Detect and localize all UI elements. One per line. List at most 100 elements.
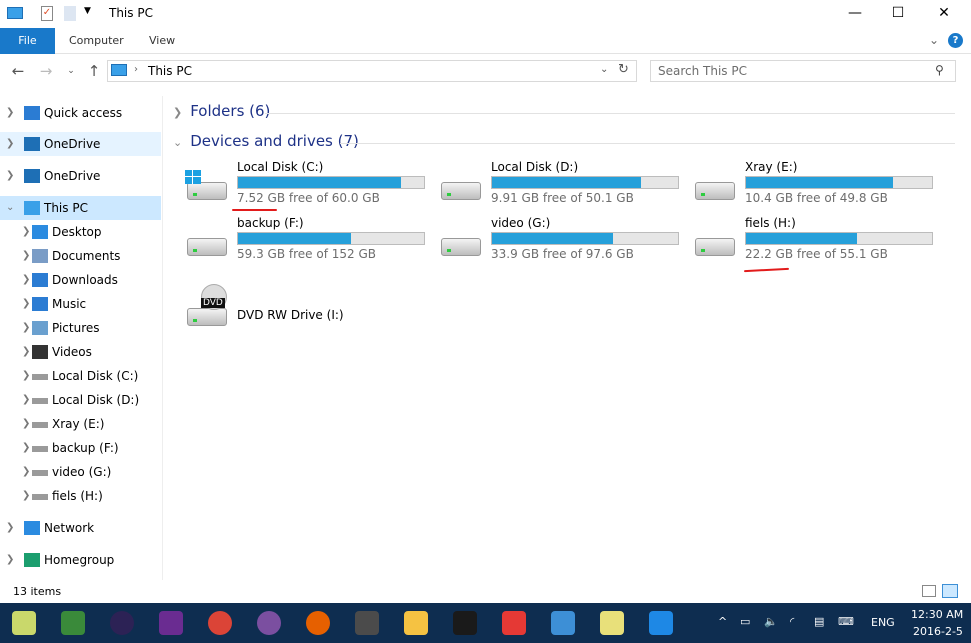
sidebar-item-videos[interactable]: ❯ Videos [0, 340, 161, 364]
drive-free-space: 59.3 GB free of 152 GB [237, 247, 376, 261]
address-bar[interactable]: › This PC ⌄ ↻ [107, 60, 637, 82]
sidebar-item-this-pc[interactable]: ⌄ This PC [0, 196, 161, 220]
drive-tile[interactable]: Local Disk (C:) 7.52 GB free of 60.0 GB [185, 160, 435, 212]
clock-time[interactable]: 12:30 AM [911, 608, 963, 621]
tiles-app-icon[interactable] [502, 611, 526, 635]
refresh-icon[interactable]: ↻ [618, 62, 629, 77]
sidebar-item-backup-f[interactable]: ❯ backup (F:) [0, 436, 161, 460]
new-folder-icon[interactable] [64, 6, 76, 21]
chevron-right-icon[interactable]: ❯ [6, 164, 14, 188]
sidebar-item-pictures[interactable]: ❯ Pictures [0, 316, 161, 340]
drive-name: Local Disk (D:) [491, 160, 579, 174]
wifi-icon[interactable]: ◜ [790, 615, 794, 628]
sidebar-item-label: OneDrive [44, 169, 101, 183]
chevron-right-icon[interactable]: ❯ [22, 220, 30, 244]
batman-icon[interactable] [453, 611, 477, 635]
sidebar-item-documents[interactable]: ❯ Documents [0, 244, 161, 268]
drive-tile[interactable]: Local Disk (D:) 9.91 GB free of 50.1 GB [439, 160, 689, 212]
drive-tile[interactable]: Xray (E:) 10.4 GB free of 49.8 GB [693, 160, 943, 212]
customize-qat-icon[interactable]: ▼ [84, 6, 91, 16]
sidebar-item-quick-access[interactable]: ❯ Quick access [0, 101, 161, 125]
chevron-right-icon[interactable]: ❯ [22, 244, 30, 268]
up-button[interactable]: ↑ [84, 61, 104, 81]
sidebar-item-local-disk-c[interactable]: ❯ Local Disk (C:) [0, 364, 161, 388]
sidebar-item-onedrive[interactable]: ❯ OneDrive [0, 132, 161, 156]
notepad-plus-icon[interactable] [12, 611, 36, 635]
tab-view[interactable]: View [133, 28, 191, 54]
maximize-button[interactable]: ☐ [875, 0, 921, 28]
recent-locations-button[interactable]: ⌄ [61, 61, 81, 81]
show-hidden-icons[interactable]: ^ [718, 615, 727, 628]
sidebar-item-onedrive[interactable]: ❯ OneDrive [0, 164, 161, 188]
visual-studio-icon[interactable] [159, 611, 183, 635]
sidebar-item-video-g[interactable]: ❯ video (G:) [0, 460, 161, 484]
sidebar-item-music[interactable]: ❯ Music [0, 292, 161, 316]
drive-usage-bar [491, 176, 679, 189]
tab-computer[interactable]: Computer [53, 28, 140, 54]
sidebar-item-network[interactable]: ❯ Network [0, 516, 161, 540]
clock-date[interactable]: 2016-2-5 [913, 625, 963, 638]
vim-icon[interactable] [61, 611, 85, 635]
chevron-right-icon[interactable]: ❯ [22, 436, 30, 460]
tab-file[interactable]: File [0, 28, 55, 54]
language-indicator[interactable]: ENG [871, 616, 895, 629]
drive-usage-bar [237, 176, 425, 189]
expand-ribbon-icon[interactable]: ⌄ [929, 33, 939, 47]
chevron-right-icon[interactable]: ❯ [6, 132, 14, 156]
sidebar-item-desktop[interactable]: ❯ Desktop [0, 220, 161, 244]
large-icons-view-icon[interactable] [942, 584, 958, 598]
chrome-icon[interactable] [208, 611, 232, 635]
chevron-right-icon[interactable]: ❯ [22, 268, 30, 292]
eclipse-icon[interactable] [110, 611, 134, 635]
chevron-right-icon[interactable]: ❯ [22, 412, 30, 436]
action-center-icon[interactable]: ▤ [814, 615, 824, 628]
properties-icon[interactable]: ✓ [41, 6, 53, 21]
network-tool-icon[interactable] [551, 611, 575, 635]
sublime-text-icon[interactable] [355, 611, 379, 635]
sidebar-item-local-disk-d[interactable]: ❯ Local Disk (D:) [0, 388, 161, 412]
drive-tile[interactable]: backup (F:) 59.3 GB free of 152 GB [185, 216, 435, 268]
sticky-notes-icon[interactable] [600, 611, 624, 635]
shield-app-icon[interactable] [649, 611, 673, 635]
chevron-right-icon[interactable]: ❯ [22, 316, 30, 340]
drive-tile[interactable]: DVD DVD RW Drive (I:) [185, 284, 435, 338]
search-input[interactable]: Search This PC ⚲ [650, 60, 956, 82]
minimize-button[interactable]: — [832, 0, 878, 28]
keyboard-icon[interactable]: ⌨ [838, 615, 854, 628]
drive-tile[interactable]: fiels (H:) 22.2 GB free of 55.1 GB [693, 216, 943, 268]
chevron-right-icon[interactable]: ❯ [6, 548, 14, 572]
help-icon[interactable]: ? [948, 33, 963, 48]
power-icon[interactable]: ▭ [740, 615, 750, 628]
address-dropdown-icon[interactable]: ⌄ [600, 64, 608, 75]
close-button[interactable]: ✕ [921, 0, 967, 28]
back-button[interactable]: ← [8, 61, 28, 81]
chevron-down-icon[interactable]: ⌄ [6, 196, 14, 220]
chevron-right-icon[interactable]: ❯ [22, 388, 30, 412]
search-app-icon[interactable] [404, 611, 428, 635]
sidebar-item-fiels-h[interactable]: ❯ fiels (H:) [0, 484, 161, 508]
drive-tile[interactable]: video (G:) 33.9 GB free of 97.6 GB [439, 216, 689, 268]
chevron-right-icon[interactable]: ❯ [22, 340, 30, 364]
forward-button[interactable]: → [36, 61, 56, 81]
chevron-right-icon[interactable]: ❯ [22, 292, 30, 316]
group-folders[interactable]: ❯ Folders (6) [173, 102, 270, 120]
github-icon[interactable] [257, 611, 281, 635]
sidebar-item-downloads[interactable]: ❯ Downloads [0, 268, 161, 292]
chevron-right-icon[interactable]: ❯ [6, 516, 14, 540]
drive-free-space: 9.91 GB free of 50.1 GB [491, 191, 634, 205]
chevron-right-icon[interactable]: ❯ [22, 460, 30, 484]
chevron-right-icon[interactable]: ❯ [22, 484, 30, 508]
computer-icon [24, 201, 40, 215]
group-devices[interactable]: ⌄ Devices and drives (7) [173, 132, 359, 150]
firefox-icon[interactable] [306, 611, 330, 635]
sidebar-item-xray-e[interactable]: ❯ Xray (E:) [0, 412, 161, 436]
chevron-right-icon[interactable]: ❯ [6, 101, 14, 125]
chevron-right-icon[interactable]: ❯ [22, 364, 30, 388]
address-text: This PC [148, 64, 192, 78]
sidebar-item-homegroup[interactable]: ❯ Homegroup [0, 548, 161, 572]
drive-free-space: 22.2 GB free of 55.1 GB [745, 247, 888, 261]
divider [265, 113, 955, 114]
drive-icon [32, 422, 48, 428]
details-view-icon[interactable] [922, 585, 936, 597]
volume-icon[interactable]: 🔈 [764, 615, 778, 628]
